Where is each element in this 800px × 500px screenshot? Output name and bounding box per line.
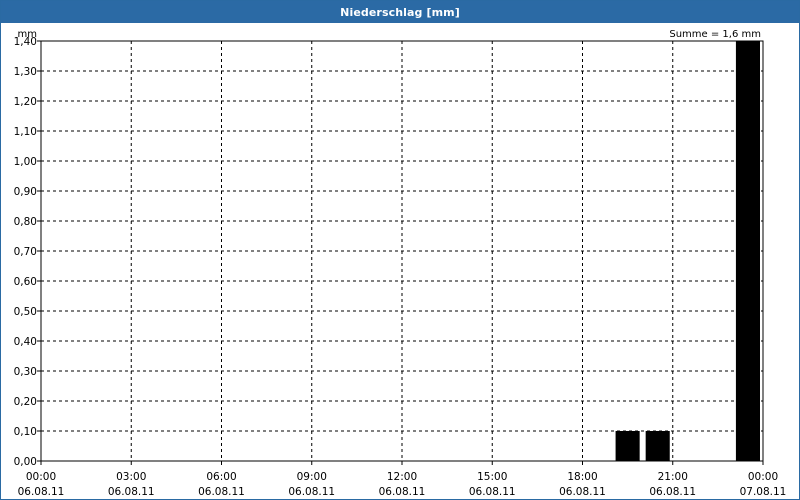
precipitation-chart: 0,00 0,10 0,20 0,30 0,40 0,50 0,60 0,70 0,80 0,90… — [14, 29, 787, 498]
x-tick-date-label: 06.08.11 — [469, 486, 516, 498]
y-tick-label: 0,60 — [14, 276, 37, 288]
x-tick-date-label: 06.08.11 — [288, 486, 335, 498]
x-tick-time-label: 00:00 — [26, 471, 56, 483]
x-tick-date-label: 06.08.11 — [198, 486, 245, 498]
x-tick-time-label: 12:00 — [387, 471, 417, 483]
y-unit-label: mm — [18, 29, 37, 40]
x-tick-date-label: 06.08.11 — [18, 486, 65, 498]
y-axis-tick-labels: 0,00 0,10 0,20 0,30 0,40 0,50 0,60 0,70 0,80 0,90… — [14, 36, 41, 468]
precipitation-bar — [645, 431, 670, 461]
chart-window: Niederschlag [mm] 0,00 0,10 0,20 0,30 0,40 0,… — [0, 0, 800, 500]
precipitation-bar — [735, 41, 760, 461]
x-tick-time-label: 03:00 — [116, 471, 146, 483]
x-tick-date-label: 07.08.11 — [740, 486, 787, 498]
y-tick-label: 0,50 — [14, 306, 37, 318]
y-tick-label: 0,10 — [14, 426, 37, 438]
y-tick-label: 0,20 — [14, 396, 37, 408]
x-tick-date-label: 06.08.11 — [559, 486, 606, 498]
title-bar: Niederschlag [mm] — [1, 1, 799, 23]
x-tick-time-label: 00:00 — [748, 471, 778, 483]
x-tick-time-label: 21:00 — [658, 471, 688, 483]
x-tick-date-label: 06.08.11 — [379, 486, 426, 498]
y-tick-label: 1,00 — [14, 156, 37, 168]
x-tick-time-label: 18:00 — [567, 471, 597, 483]
y-tick-label: 0,00 — [14, 456, 37, 468]
y-tick-label: 0,40 — [14, 336, 37, 348]
y-tick-label: 1,30 — [14, 66, 37, 78]
x-tick-date-label: 06.08.11 — [649, 486, 696, 498]
grid-lines — [41, 40, 763, 461]
y-tick-label: 0,70 — [14, 246, 37, 258]
sum-label: Summe = 1,6 mm — [669, 29, 761, 40]
x-tick-time-label: 09:00 — [297, 471, 327, 483]
y-tick-label: 0,80 — [14, 216, 37, 228]
y-tick-label: 1,20 — [14, 96, 37, 108]
y-tick-label: 0,30 — [14, 366, 37, 378]
y-tick-label: 1,10 — [14, 126, 37, 138]
x-tick-time-label: 15:00 — [477, 471, 507, 483]
x-tick-time-label: 06:00 — [206, 471, 236, 483]
x-axis-tick-labels: 00:00 06.08.11 03:00 06.08.11 06:00 06.08.11 0… — [18, 461, 787, 498]
window-title: Niederschlag [mm] — [340, 5, 460, 19]
precipitation-bar — [615, 431, 640, 461]
y-tick-label: 0,90 — [14, 186, 37, 198]
x-tick-date-label: 06.08.11 — [108, 486, 155, 498]
